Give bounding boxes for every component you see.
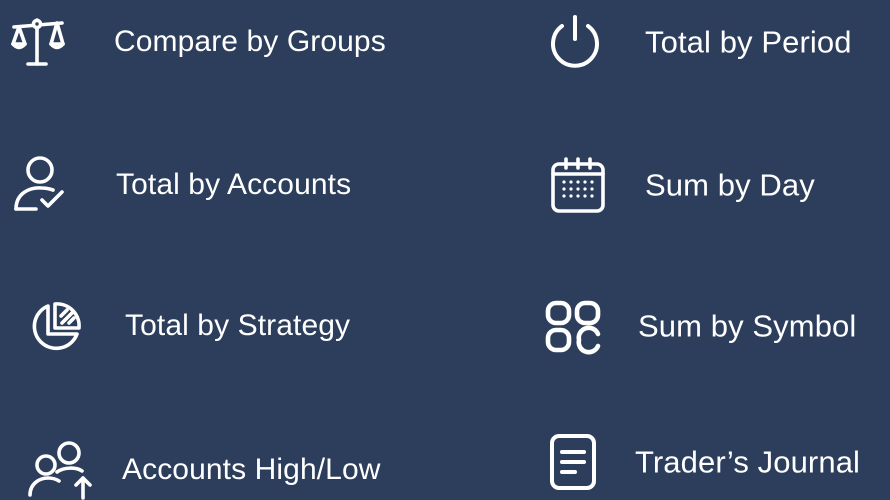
menu-item-traders-journal[interactable]: Trader’s Journal bbox=[545, 432, 890, 492]
power-icon bbox=[545, 13, 605, 71]
menu-item-label: Sum by Day bbox=[645, 167, 815, 203]
menu-item-compare-by-groups[interactable]: Compare by Groups bbox=[8, 12, 428, 72]
menu-item-sum-by-day[interactable]: Sum by Day bbox=[545, 155, 890, 215]
menu-item-label: Total by Strategy bbox=[125, 309, 351, 342]
calendar-icon bbox=[549, 155, 607, 215]
menu-item-label: Sum by Symbol bbox=[638, 308, 857, 344]
pie-chart-icon bbox=[26, 300, 84, 356]
user-check-icon bbox=[10, 155, 72, 215]
menu-item-sum-by-symbol[interactable]: Sum by Symbol bbox=[545, 296, 890, 356]
journal-icon bbox=[548, 432, 598, 492]
menu-item-total-by-accounts[interactable]: Total by Accounts bbox=[8, 155, 428, 215]
menu-item-accounts-high-low[interactable]: Accounts High/Low bbox=[8, 440, 428, 500]
menu-item-label: Total by Accounts bbox=[116, 168, 352, 201]
menu-item-total-by-strategy[interactable]: Total by Strategy bbox=[8, 296, 428, 356]
menu-item-total-by-period[interactable]: Total by Period bbox=[545, 12, 890, 72]
scale-icon bbox=[8, 14, 68, 70]
symbols-grid-icon bbox=[545, 300, 603, 355]
menu-item-label: Accounts High/Low bbox=[122, 453, 381, 486]
menu-item-label: Trader’s Journal bbox=[635, 444, 861, 480]
users-arrow-icon bbox=[24, 440, 96, 500]
menu-item-label: Compare by Groups bbox=[114, 25, 386, 58]
menu-item-label: Total by Period bbox=[645, 24, 852, 60]
